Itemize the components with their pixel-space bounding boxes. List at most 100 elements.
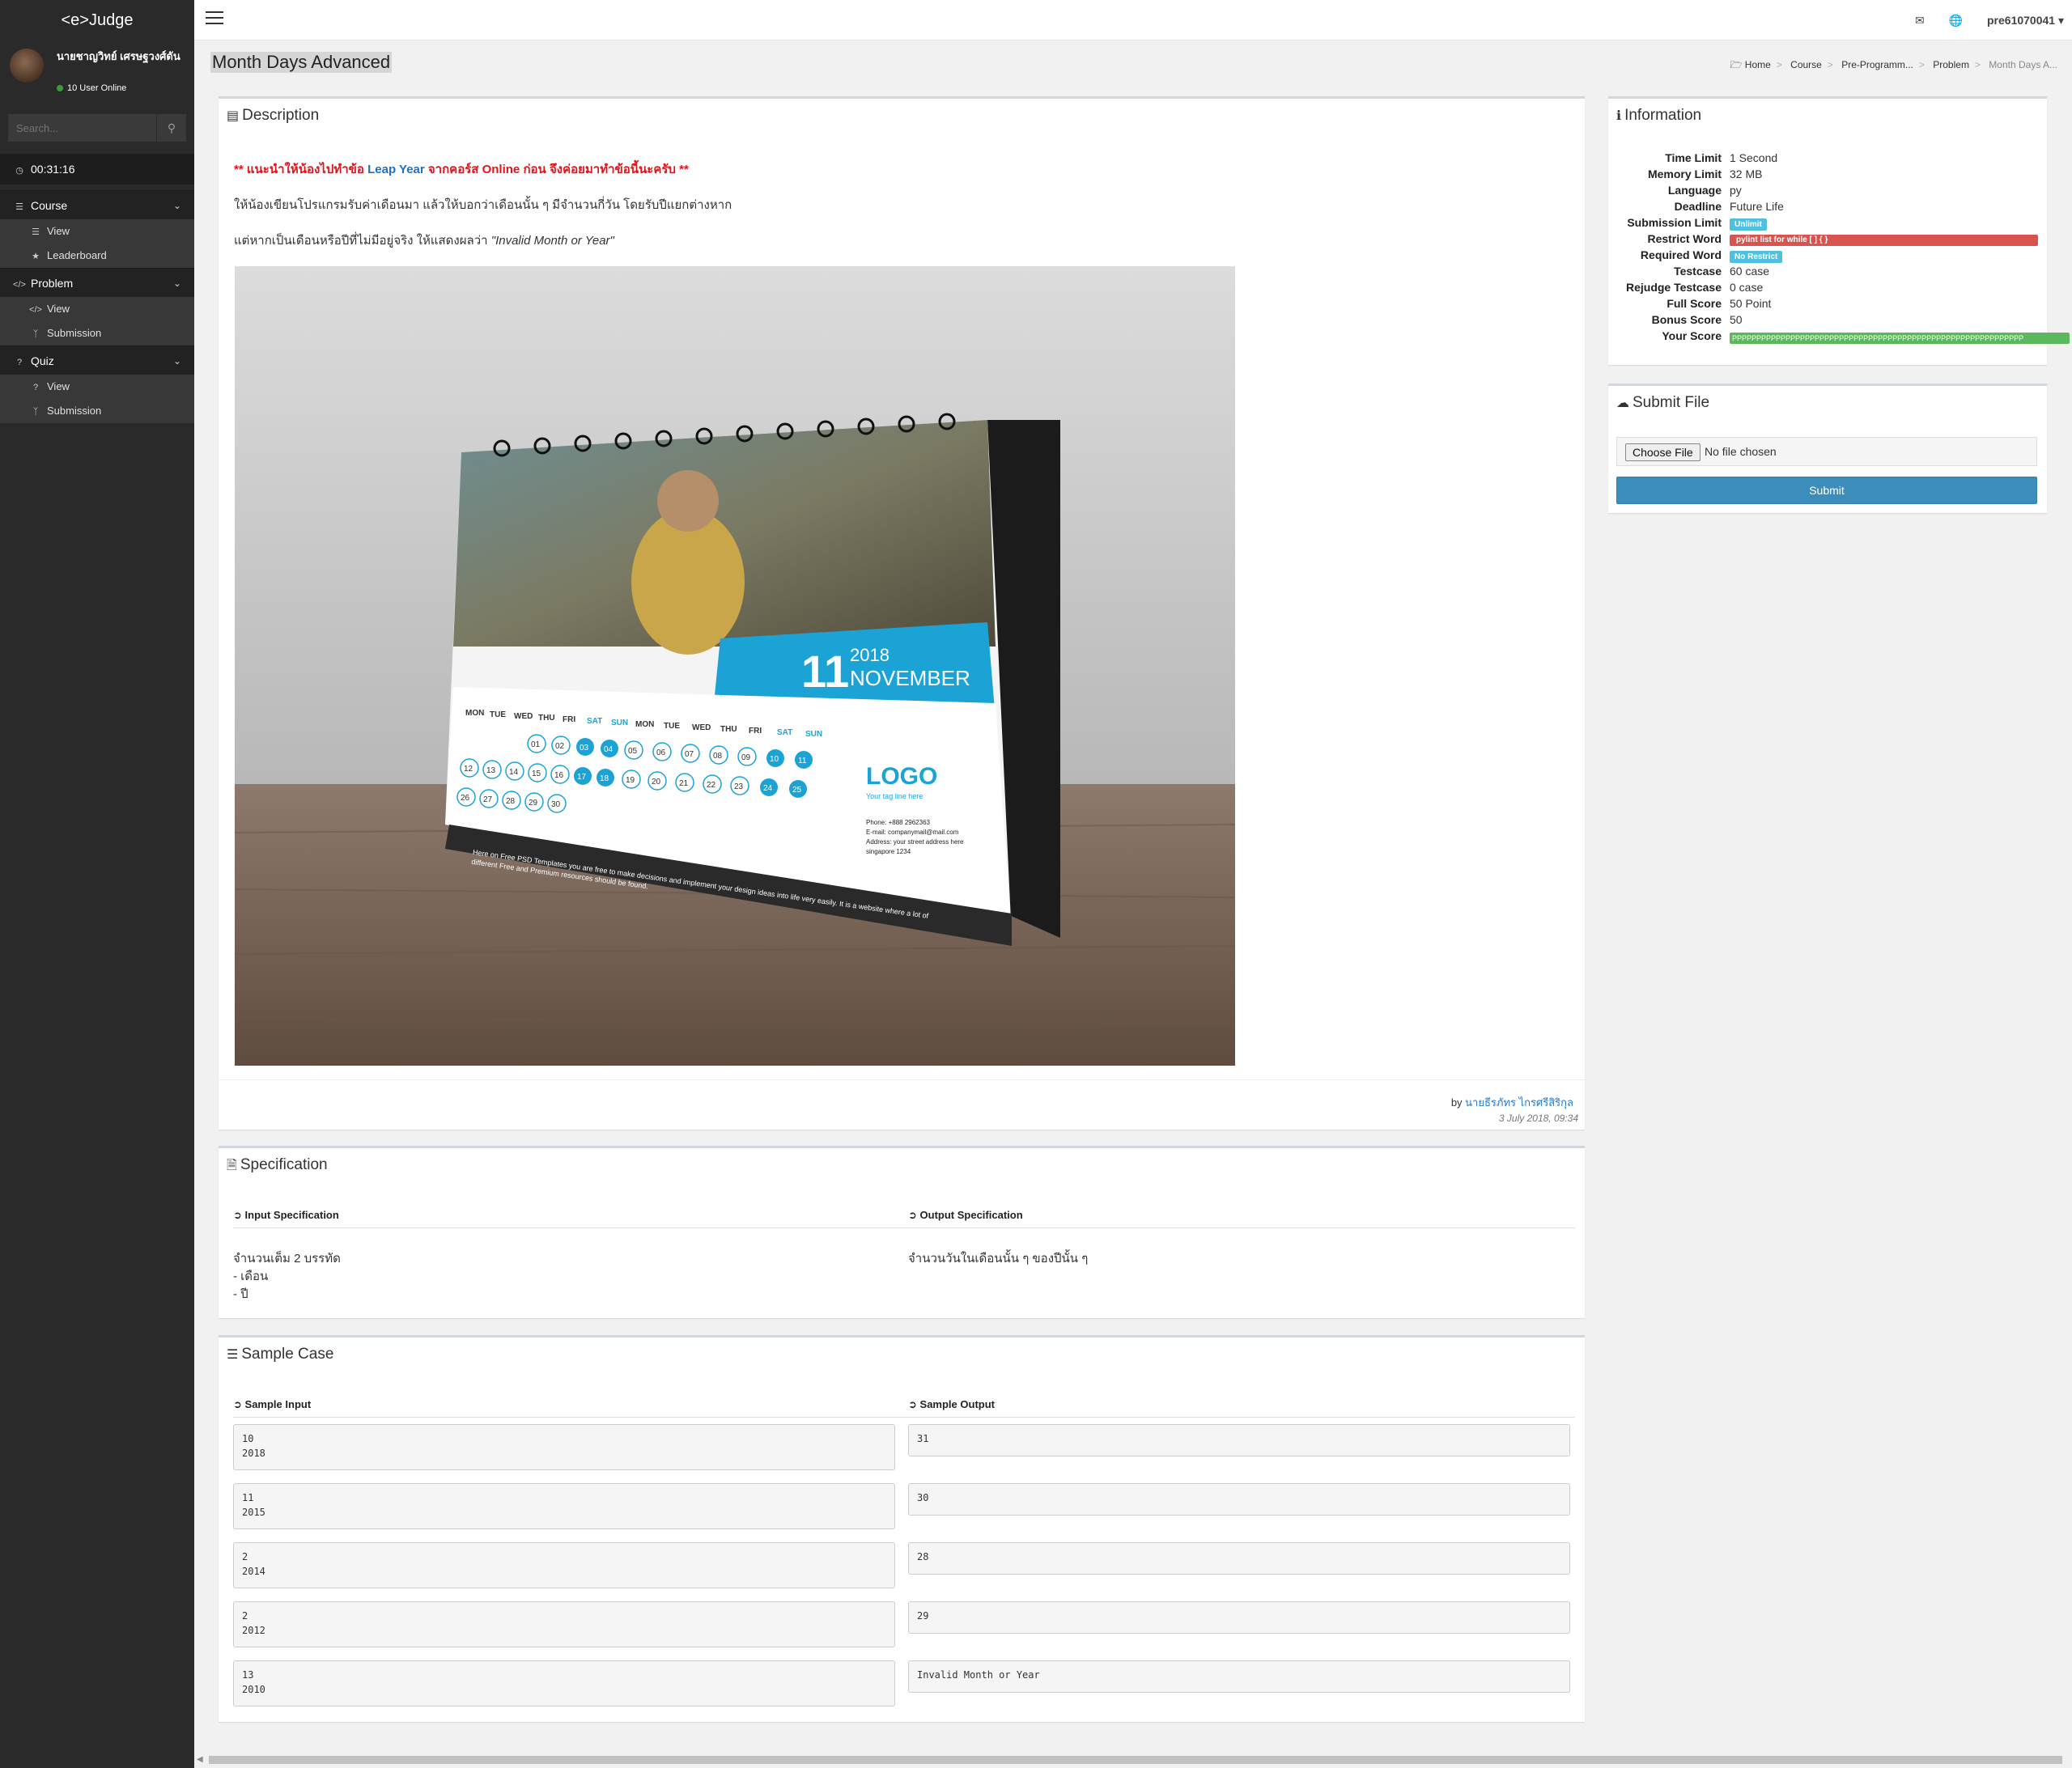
info-label: Rejudge Testcase — [1625, 281, 1722, 294]
online-status: 10 User Online — [57, 83, 126, 93]
info-row-language: Language py — [1608, 184, 2047, 200]
brand-logo[interactable]: <e>Judge — [0, 0, 194, 40]
sign-in-icon: ➲ — [233, 1209, 242, 1221]
sidebar-group-problem[interactable]: </> Problem ⌄ — [0, 268, 194, 297]
sidebar-item-problem-view[interactable]: </> View — [0, 297, 194, 321]
sample-output-heading-text: Sample Output — [919, 1398, 995, 1410]
sample-input-4[interactable]: 2 2012 — [233, 1601, 895, 1647]
specification-title: 🗎 Specification — [219, 1148, 1585, 1186]
breadcrumb-course-name[interactable]: Pre-Programm... — [1841, 59, 1913, 70]
calendar-weekday: THU — [538, 714, 555, 723]
mail-icon[interactable]: ✉ — [1915, 0, 1925, 40]
breadcrumb-problem[interactable]: Problem — [1933, 59, 1969, 70]
search-input[interactable] — [8, 114, 156, 142]
scroll-left-icon[interactable]: ◀ — [197, 1755, 203, 1764]
calendar-website: www.companyweb.com — [800, 710, 911, 722]
calendar-date: 21 — [679, 779, 689, 788]
input-spec-heading: ➲ Input Specification — [233, 1209, 339, 1222]
info-row-submission-limit: Submission Limit Unlimit — [1608, 216, 2047, 232]
info-row-deadline: Deadline Future Life — [1608, 200, 2047, 216]
calendar-email: E-mail: companymail@mail.com — [866, 829, 959, 836]
description-footer-divider — [219, 1079, 1585, 1080]
sidebar-item-problem-submission[interactable]: ᛉ Submission — [0, 321, 194, 346]
file-icon: 🗎 — [227, 1159, 237, 1172]
calendar-image: 11 2018 NOVEMBER www.companyweb.com LOGO… — [235, 266, 1235, 1066]
topbar: ✉ 🌐 pre61070041 ▾ — [194, 0, 2072, 40]
calendar-weekday: MON — [635, 720, 654, 729]
output-spec-heading: ➲ Output Specification — [908, 1209, 1023, 1222]
online-dot-icon — [57, 85, 63, 92]
sidebar: <e>Judge นายชาญวิทย์ เศรษฐวงศ์ดัน 10 Use… — [0, 0, 194, 1768]
horizontal-scrollbar[interactable]: ◀ — [194, 1752, 2072, 1768]
description-line-1: ให้น้องเขียนโปรแกรมรับค่าเดือนมา แล้วให้… — [234, 198, 732, 212]
calendar-date: 03 — [580, 744, 589, 753]
page-title: Month Days Advanced — [210, 52, 393, 73]
sample-output-3[interactable]: 28 — [908, 1542, 1570, 1575]
sidebar-group-quiz[interactable]: ? Quiz ⌄ — [0, 346, 194, 375]
calendar-date: 06 — [656, 748, 666, 757]
folder-icon: 🗁 — [1730, 59, 1743, 70]
input-spec-text: จำนวนเต็ม 2 บรรทัด - เดือน - ปี — [233, 1252, 341, 1301]
sample-input-5[interactable]: 13 2010 — [233, 1660, 895, 1707]
author-link[interactable]: นายธีรภัทร ไกรศรีสิริกุล — [1465, 1096, 1573, 1109]
sample-input-1[interactable]: 10 2018 — [233, 1424, 895, 1470]
calendar-year: 2018 — [850, 645, 890, 665]
info-value: 32 MB — [1730, 167, 1763, 180]
calendar-date: 20 — [652, 778, 661, 786]
sample-output-5[interactable]: Invalid Month or Year — [908, 1660, 1570, 1693]
sample-output-2[interactable]: 30 — [908, 1483, 1570, 1516]
choose-file-button[interactable]: Choose File — [1625, 443, 1700, 461]
info-label: Required Word — [1640, 248, 1722, 261]
calendar-day: 11 — [801, 646, 849, 697]
calendar-date: 30 — [551, 800, 561, 809]
calendar-date: 10 — [770, 755, 779, 764]
list-alt-icon: ▤ — [227, 109, 240, 123]
user-menu-label: pre61070041 — [1987, 14, 2056, 27]
search-button[interactable]: ⚲ — [156, 114, 186, 142]
submit-button[interactable]: Submit — [1616, 477, 2037, 504]
sidebar-group-label: Quiz — [31, 354, 54, 367]
calendar-weekday: TUE — [490, 710, 506, 719]
calendar-date: 23 — [734, 782, 744, 791]
user-menu[interactable]: pre61070041 ▾ — [1987, 0, 2064, 40]
scrollbar-thumb[interactable] — [209, 1756, 2062, 1764]
sidebar-item-quiz-view[interactable]: ? View — [0, 375, 194, 399]
sidebar-group-course[interactable]: ☰ Course ⌄ — [0, 190, 194, 219]
sidebar-item-course-view[interactable]: ☰ View — [0, 219, 194, 244]
file-input[interactable]: Choose File No file chosen — [1616, 437, 2037, 466]
sidebar-menu: ☰ Course ⌄ ☰ View ★ Leaderboard </> Problem ⌄ … — [0, 190, 194, 423]
calendar-date: 01 — [531, 740, 541, 749]
clock-icon: ◷ — [15, 166, 23, 176]
breadcrumb-home[interactable]: Home — [1745, 59, 1771, 70]
breadcrumb-separator: > — [1974, 59, 1981, 70]
sample-input-3[interactable]: 2 2014 — [233, 1542, 895, 1588]
sample-output-1[interactable]: 31 — [908, 1424, 1570, 1456]
sidebar-item-leaderboard[interactable]: ★ Leaderboard — [0, 244, 194, 268]
output-spec-heading-text: Output Specification — [919, 1209, 1023, 1221]
sample-case-title: ☰ Sample Case — [219, 1338, 1585, 1372]
calendar-month: NOVEMBER — [850, 666, 970, 690]
trophy-icon: ★ — [32, 252, 40, 261]
sidebar-item-quiz-submission[interactable]: ᛉ Submission — [0, 399, 194, 423]
globe-icon[interactable]: 🌐 — [1949, 0, 1963, 40]
calendar-date: 09 — [741, 753, 751, 762]
info-row-full-score: Full Score 50 Point — [1608, 297, 2047, 313]
sample-input-2[interactable]: 11 2015 — [233, 1483, 895, 1529]
calendar-weekday: TUE — [664, 722, 680, 731]
caret-down-icon: ▾ — [2057, 14, 2064, 27]
breadcrumb-course[interactable]: Course — [1790, 59, 1822, 70]
chevron-down-icon: ⌄ — [172, 355, 181, 367]
calendar-address-line-2: singapore 1234 — [866, 848, 911, 855]
calendar-date: 08 — [713, 752, 723, 761]
sidebar-submenu-course: ☰ View ★ Leaderboard — [0, 219, 194, 268]
calendar-date: 17 — [577, 773, 587, 782]
info-label: Your Score — [1662, 329, 1722, 342]
timer-value: 00:31:16 — [31, 163, 75, 176]
menu-toggle-icon[interactable] — [206, 11, 223, 28]
hint-link[interactable]: Leap Year — [367, 163, 425, 176]
info-row-rejudge-testcase: Rejudge Testcase 0 case — [1608, 281, 2047, 297]
info-row-bonus-score: Bonus Score 50 — [1608, 313, 2047, 329]
info-row-restrict-word: Restrict Word pylint list for while [ ] {… — [1608, 232, 2047, 248]
cloud-upload-icon: ☁ — [1616, 396, 1629, 410]
sample-output-4[interactable]: 29 — [908, 1601, 1570, 1634]
